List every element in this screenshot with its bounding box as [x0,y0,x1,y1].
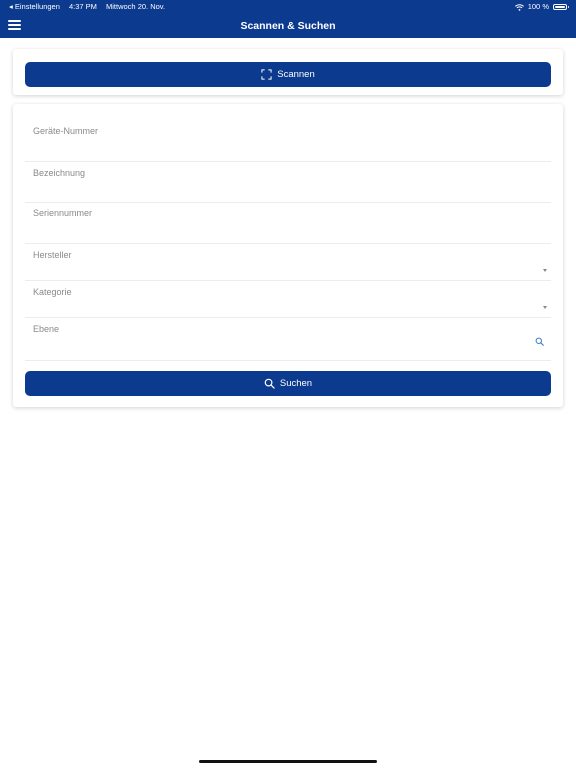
back-to-app-link[interactable]: ◂ Einstellungen [9,2,60,11]
search-button-label: Suchen [279,378,313,389]
search-icon[interactable] [535,337,544,346]
manufacturer-label: Hersteller [33,250,72,260]
magnifier-icon [264,378,275,389]
page-title: Scannen & Suchen [240,20,336,32]
scan-frame-icon [261,69,272,80]
serial-number-field[interactable]: Seriennummer [25,202,551,244]
status-time: 4:37 PM [68,2,97,11]
status-bar: ◂ Einstellungen 4:37 PM Mittwoch 20. Nov… [0,0,576,14]
battery-level-fill [555,6,565,8]
device-number-field[interactable]: Geräte-Nummer [25,104,551,162]
level-label: Ebene [33,324,60,334]
device-number-label: Geräte-Nummer [33,126,99,136]
scan-card: Scannen [13,49,563,95]
app-header: ◂ Einstellungen 4:37 PM Mittwoch 20. Nov… [0,0,576,38]
search-form-card: Geräte-Nummer Bezeichnung Seriennummer H… [13,104,563,407]
battery-icon [553,4,569,10]
designation-field[interactable]: Bezeichnung [25,161,551,203]
scan-button[interactable]: Scannen [25,62,551,87]
status-right: 100 % [514,0,569,14]
chevron-down-icon [543,306,547,309]
status-left: ◂ Einstellungen 4:37 PM Mittwoch 20. Nov… [9,0,172,14]
status-date: Mittwoch 20. Nov. [106,2,166,11]
level-field[interactable]: Ebene [25,317,551,361]
chevron-down-icon [543,269,547,272]
search-button[interactable]: Suchen [25,371,551,396]
manufacturer-dropdown[interactable]: Hersteller [25,243,551,281]
category-label: Kategorie [33,287,72,297]
designation-label: Bezeichnung [33,168,86,178]
home-indicator[interactable] [199,760,377,763]
scan-button-label: Scannen [277,69,315,80]
wifi-icon [514,3,524,11]
battery-percentage: 100 % [527,2,549,11]
category-dropdown[interactable]: Kategorie [25,280,551,318]
serial-number-label: Seriennummer [33,208,93,218]
